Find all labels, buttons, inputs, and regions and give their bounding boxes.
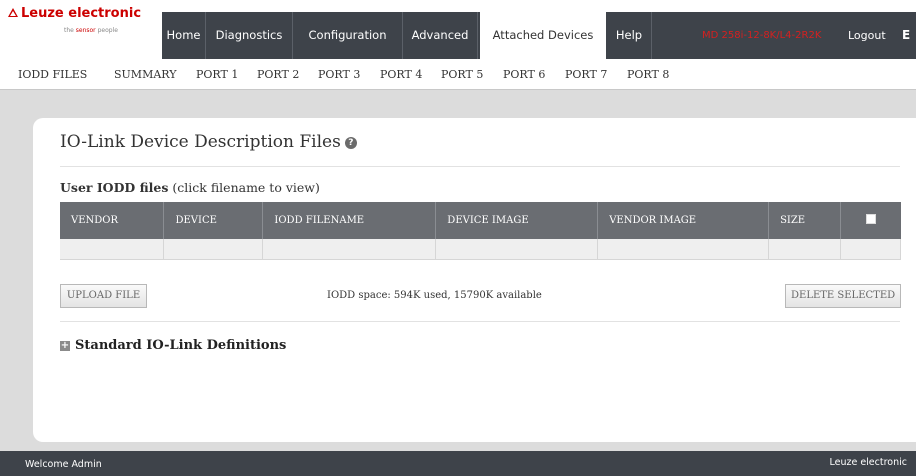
content-panel: IO-Link Device Description Files? User I…	[33, 118, 916, 442]
iodd-table: VENDOR DEVICE IODD FILENAME DEVICE IMAGE…	[60, 202, 901, 260]
standard-definitions-toggle[interactable]: + Standard IO-Link Definitions	[60, 338, 286, 353]
table-cell	[435, 239, 599, 260]
top-header: Leuze electronic the sensor people Home …	[0, 0, 916, 59]
table-row	[60, 239, 901, 260]
subnav-port-2[interactable]: PORT 2	[257, 59, 299, 90]
main-nav: Home Diagnostics Configuration Advanced …	[162, 12, 916, 59]
divider	[60, 321, 900, 322]
subnav-port-5[interactable]: PORT 5	[441, 59, 483, 90]
nav-tab-attached-devices[interactable]: Attached Devices	[480, 12, 606, 59]
column-header-size: SIZE	[768, 202, 842, 239]
device-name: MD 258i-12-8K/L4-2R2K	[702, 30, 822, 41]
welcome-text: Welcome Admin	[25, 459, 102, 470]
column-header-device-image: DEVICE IMAGE	[435, 202, 599, 239]
page-title: IO-Link Device Description Files?	[60, 132, 357, 152]
table-header-row: VENDOR DEVICE IODD FILENAME DEVICE IMAGE…	[60, 202, 901, 239]
iodd-space-status: IODD space: 594K used, 15790K available	[327, 290, 542, 301]
sub-nav: IODD FILES SUMMARY PORT 1 PORT 2 PORT 3 …	[0, 59, 916, 90]
column-header-vendor: VENDOR	[60, 202, 165, 239]
subnav-port-8[interactable]: PORT 8	[627, 59, 669, 90]
logo-text: Leuze electronic	[8, 6, 158, 21]
table-cell	[840, 239, 901, 260]
nav-tab-diagnostics[interactable]: Diagnostics	[206, 12, 293, 59]
language-selector[interactable]: E	[902, 12, 910, 59]
table-cell	[262, 239, 437, 260]
footer-brand: Leuze electronic	[829, 457, 907, 468]
section-title: User IODD files (click filename to view)	[60, 180, 320, 195]
nav-tab-home[interactable]: Home	[162, 12, 206, 59]
delete-selected-button[interactable]: DELETE SELECTED	[785, 284, 901, 308]
subnav-port-7[interactable]: PORT 7	[565, 59, 607, 90]
table-cell	[597, 239, 770, 260]
footer: Welcome Admin Leuze electronic	[0, 451, 916, 476]
subnav-iodd-files[interactable]: IODD FILES	[18, 59, 87, 90]
subnav-summary[interactable]: SUMMARY	[114, 59, 176, 90]
nav-tab-help[interactable]: Help	[607, 12, 652, 59]
table-cell	[163, 239, 264, 260]
warning-triangle-icon	[8, 8, 18, 17]
column-header-device: DEVICE	[163, 202, 264, 239]
brand-logo[interactable]: Leuze electronic the sensor people	[8, 6, 158, 56]
table-cell	[768, 239, 842, 260]
divider	[60, 166, 900, 167]
nav-tab-advanced[interactable]: Advanced	[403, 12, 478, 59]
subnav-port-3[interactable]: PORT 3	[318, 59, 360, 90]
subnav-port-6[interactable]: PORT 6	[503, 59, 545, 90]
column-header-vendor-image: VENDOR IMAGE	[597, 202, 770, 239]
upload-file-button[interactable]: UPLOAD FILE	[60, 284, 147, 308]
subnav-port-4[interactable]: PORT 4	[380, 59, 422, 90]
logout-link[interactable]: Logout	[848, 12, 886, 59]
select-all-checkbox[interactable]	[865, 214, 876, 224]
nav-tab-configuration[interactable]: Configuration	[293, 12, 403, 59]
expand-plus-icon[interactable]: +	[60, 341, 70, 351]
logo-tagline: the sensor people	[64, 27, 118, 34]
subnav-port-1[interactable]: PORT 1	[196, 59, 238, 90]
column-header-select	[840, 202, 901, 239]
help-icon[interactable]: ?	[344, 137, 357, 149]
column-header-iodd-filename: IODD FILENAME	[262, 202, 437, 239]
table-cell	[60, 239, 165, 260]
